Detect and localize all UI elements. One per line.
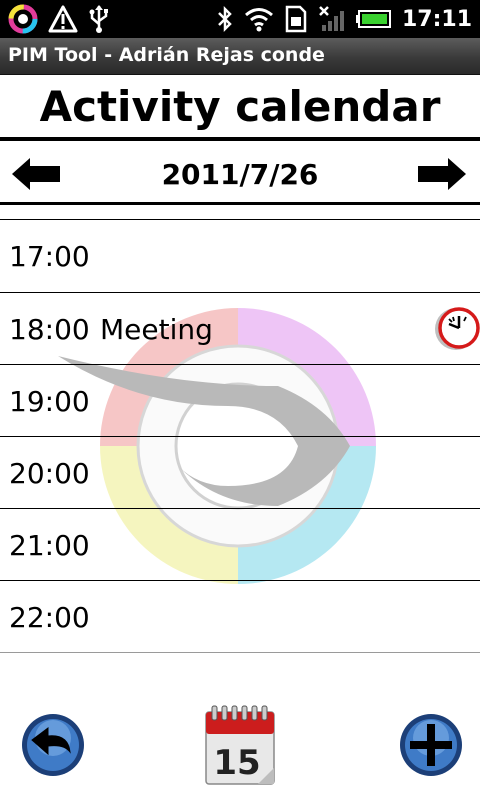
next-day-button[interactable] xyxy=(416,156,468,192)
slot-time: 22:00 xyxy=(9,601,90,634)
usb-icon xyxy=(89,5,108,33)
alarm-clock-icon[interactable] xyxy=(432,305,480,353)
current-date: 2011/7/26 xyxy=(161,158,319,191)
arrow-left-icon xyxy=(12,158,60,190)
sim-icon xyxy=(285,5,307,33)
slot-time: 20:00 xyxy=(9,457,90,490)
app-title-bar: PIM Tool - Adrián Rejas conde xyxy=(0,38,480,75)
time-slot-list: 17:00 18:00 Meeting 19:00 20:00 21:00 22… xyxy=(0,220,480,652)
heading-divider xyxy=(0,137,480,141)
add-activity-button[interactable] xyxy=(398,712,464,778)
date-navigator: 2011/7/26 xyxy=(0,144,480,204)
time-slot-row[interactable]: 17:00 xyxy=(0,220,480,292)
previous-day-button[interactable] xyxy=(10,156,62,192)
arrow-right-icon xyxy=(418,158,466,190)
time-slot-row[interactable]: 19:00 xyxy=(0,364,480,436)
warning-icon xyxy=(48,5,78,33)
back-arrow-icon xyxy=(22,714,84,776)
time-slot-row[interactable]: 21:00 xyxy=(0,508,480,580)
slot-time: 21:00 xyxy=(9,529,90,562)
no-signal-icon xyxy=(319,6,344,31)
slot-event-title: Meeting xyxy=(100,313,213,346)
slots-top-divider xyxy=(0,219,480,220)
bluetooth-icon xyxy=(218,5,232,33)
app-rings-icon xyxy=(8,4,38,34)
time-slot-row[interactable]: 18:00 Meeting xyxy=(0,292,480,364)
slot-time: 17:00 xyxy=(9,240,90,273)
calendar-button[interactable]: 15 xyxy=(202,702,278,786)
calendar-day-number: 15 xyxy=(213,743,260,783)
back-button[interactable] xyxy=(20,712,86,778)
status-time: 17:11 xyxy=(401,6,472,32)
add-icon xyxy=(400,714,462,776)
calendar-icon: 15 xyxy=(205,705,275,785)
slot-time: 19:00 xyxy=(9,385,90,418)
battery-icon xyxy=(355,10,391,28)
wifi-icon xyxy=(245,8,273,32)
date-divider xyxy=(0,202,480,205)
time-slot-row[interactable]: 22:00 xyxy=(0,580,480,652)
page-title: Activity calendar xyxy=(39,82,441,131)
app-title: PIM Tool - Adrián Rejas conde xyxy=(8,44,325,66)
time-slot-row[interactable]: 20:00 xyxy=(0,436,480,508)
slots-bottom-divider xyxy=(0,652,480,653)
slot-time: 18:00 xyxy=(9,313,90,346)
status-bar: 17:11 xyxy=(0,0,480,38)
